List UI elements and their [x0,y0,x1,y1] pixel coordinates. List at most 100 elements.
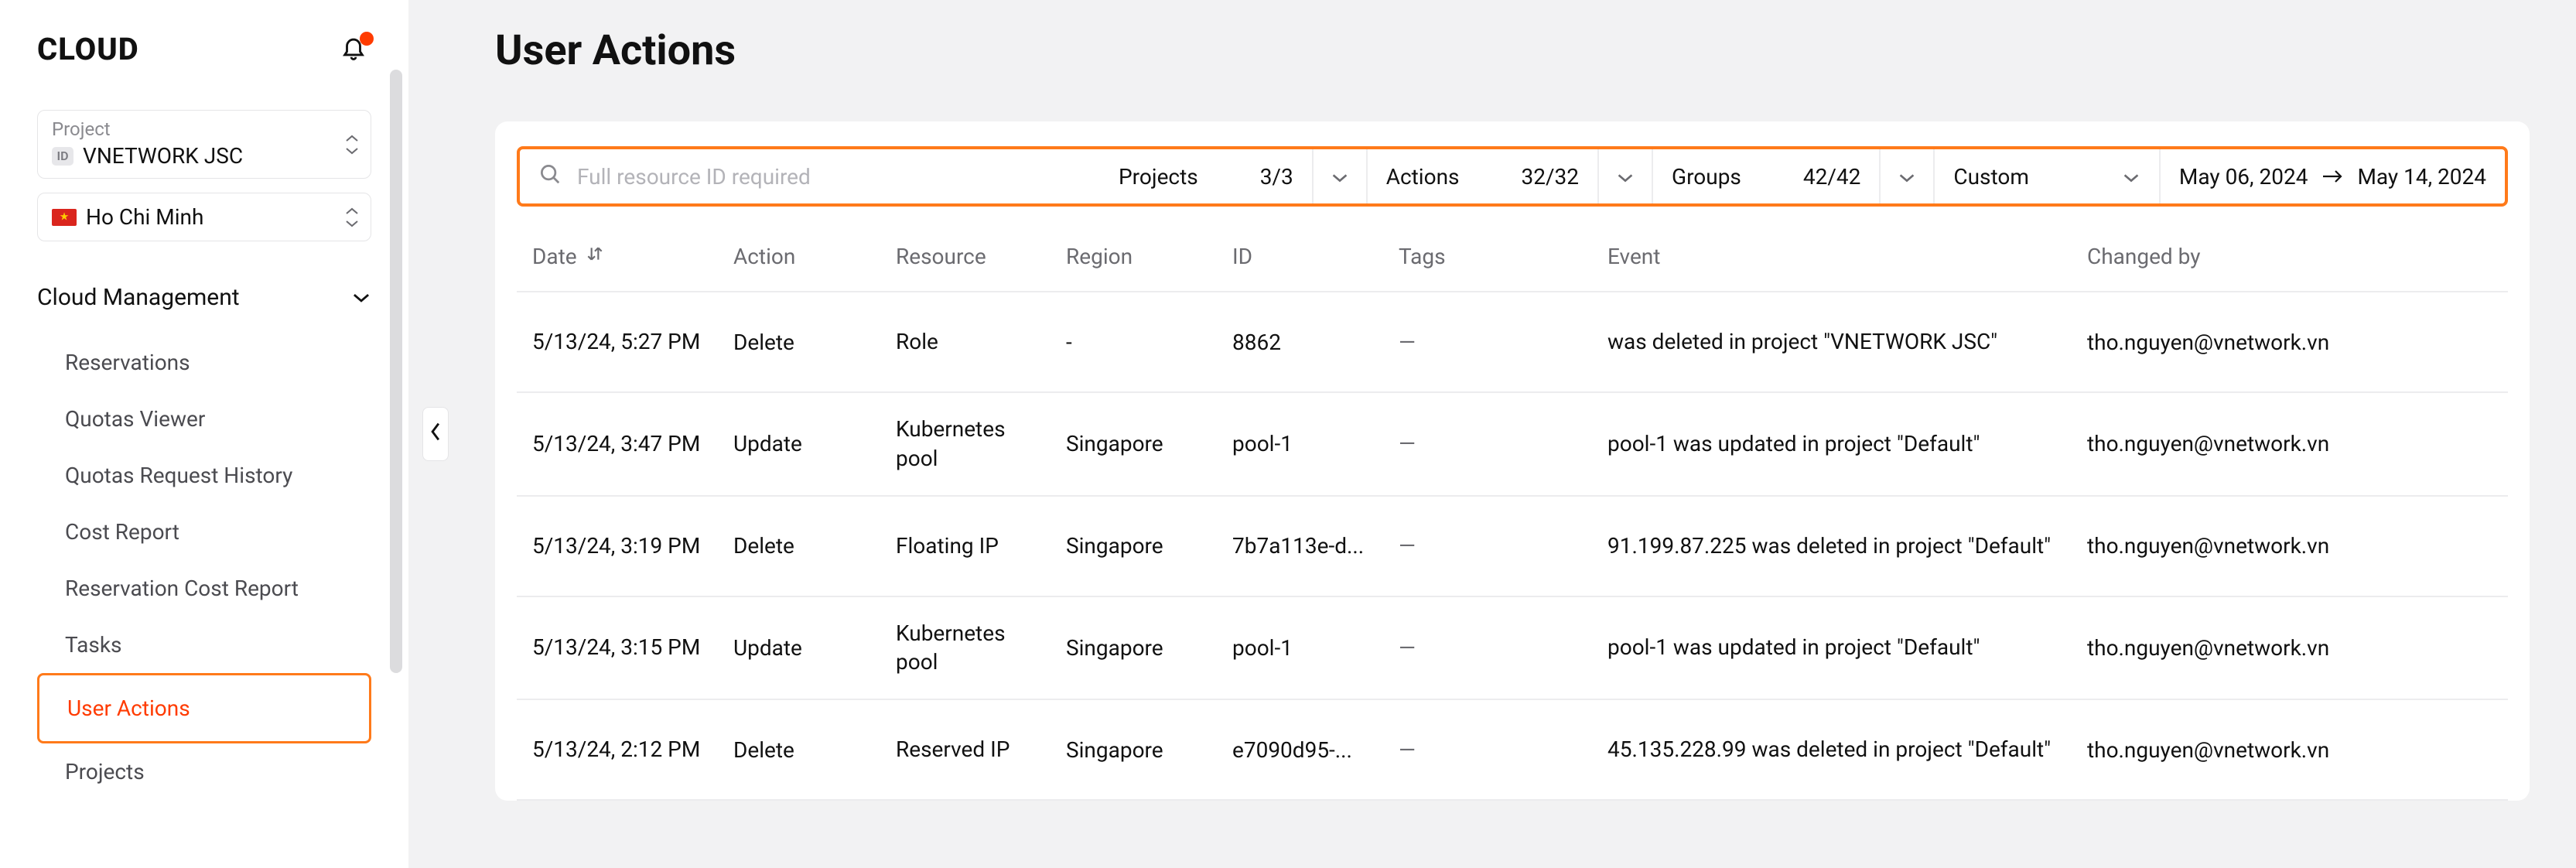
filter-projects[interactable]: Projects 3/3 [1100,149,1314,203]
col-tags[interactable]: Tags [1399,244,1607,269]
project-name: VNETWORK JSC [83,143,243,169]
cell-tags: — [1399,635,1607,661]
cell-region: Singapore [1066,431,1232,456]
search-input[interactable]: Full resource ID required [520,149,1100,203]
cell-date: 5/13/24, 3:47 PM [532,429,733,459]
filter-projects-chevron[interactable] [1314,149,1368,203]
cell-date: 5/13/24, 2:12 PM [532,735,733,764]
col-date-label: Date [532,244,577,269]
sidebar-collapse-button[interactable] [422,407,449,461]
brand-logo: CLOUD [37,31,139,67]
project-selector-label: Project [52,118,357,140]
sidebar-item-quotas-viewer[interactable]: Quotas Viewer [37,391,371,447]
notifications-bell[interactable] [340,34,371,65]
col-resource[interactable]: Resource [896,244,1066,269]
col-date[interactable]: Date [532,244,733,269]
cell-tags: — [1399,431,1607,456]
cell-action: Delete [733,533,896,559]
sort-icon [585,244,605,269]
cell-changed-by: tho.nguyen@vnetwork.vn [2087,330,2342,355]
region-selector-value: Ho Chi Minh [52,204,357,230]
arrow-right-icon [2321,164,2343,190]
cell-resource: Role [896,327,1066,357]
cell-id: 8862 [1232,330,1399,355]
cell-id: e7090d95-... [1232,737,1399,763]
project-selector[interactable]: Project ID VNETWORK JSC [37,110,371,179]
notification-dot-icon [360,32,374,46]
sidebar-item-reservation-cost-report[interactable]: Reservation Cost Report [37,560,371,617]
cell-region: Singapore [1066,635,1232,661]
filter-groups-count: 42/42 [1803,164,1861,190]
content-card: Full resource ID required Projects 3/3 A… [495,121,2530,801]
cell-region: Singapore [1066,533,1232,559]
nav-section-cloud-management: Cloud Management Reservations Quotas Vie… [37,276,371,800]
col-action[interactable]: Action [733,244,896,269]
cell-event: pool-1 was updated in project "Default" [1607,633,2087,662]
col-changed-by[interactable]: Changed by [2087,244,2342,269]
col-event[interactable]: Event [1607,244,2087,269]
table-header-row: Date Action Resource Region ID Tags Even… [517,222,2508,292]
cell-event: pool-1 was updated in project "Default" [1607,429,2087,459]
cell-event: 45.135.228.99 was deleted in project "De… [1607,735,2087,764]
sidebar: CLOUD Project ID VNETWORK JSC Ho Chi Min… [0,0,408,868]
col-id[interactable]: ID [1232,244,1399,269]
sidebar-item-quotas-request-history[interactable]: Quotas Request History [37,447,371,504]
chevron-down-icon [1331,164,1349,190]
date-to: May 14, 2024 [2357,164,2486,190]
filter-bar: Full resource ID required Projects 3/3 A… [517,146,2508,207]
chevron-down-icon [2122,164,2140,190]
sidebar-scrollbar[interactable] [390,70,402,673]
filter-range-label: Custom [1953,164,2029,190]
cell-action: Update [733,635,896,661]
cell-resource: Kubernetes pool [896,619,1066,678]
vietnam-flag-icon [52,209,77,226]
page-title: User Actions [495,26,2530,75]
filter-projects-label: Projects [1119,164,1198,190]
cell-region: - [1066,330,1232,355]
cell-tags: — [1399,533,1607,559]
table-row[interactable]: 5/13/24, 2:12 PM Delete Reserved IP Sing… [517,700,2508,801]
cell-event: 91.199.87.225 was deleted in project "De… [1607,531,2087,561]
col-region[interactable]: Region [1066,244,1232,269]
cell-action: Delete [733,737,896,763]
sidebar-item-tasks[interactable]: Tasks [37,617,371,673]
table-row[interactable]: 5/13/24, 3:15 PM Update Kubernetes pool … [517,597,2508,701]
cell-date: 5/13/24, 5:27 PM [532,327,733,357]
brand-row: CLOUD [37,31,371,67]
search-icon [538,162,562,191]
filter-actions-chevron[interactable] [1599,149,1653,203]
cell-resource: Reserved IP [896,735,1066,764]
cell-changed-by: tho.nguyen@vnetwork.vn [2087,533,2342,559]
nav-section-toggle[interactable]: Cloud Management [37,276,371,319]
sidebar-item-reservations[interactable]: Reservations [37,334,371,391]
region-selector[interactable]: Ho Chi Minh [37,193,371,241]
updown-chevron-icon [344,133,360,156]
chevron-down-icon [351,284,371,311]
table-row[interactable]: 5/13/24, 3:47 PM Update Kubernetes pool … [517,393,2508,497]
actions-table: Date Action Resource Region ID Tags Even… [517,222,2508,801]
sidebar-item-user-actions[interactable]: User Actions [37,673,371,743]
filter-daterange-preset[interactable]: Custom [1935,149,2161,203]
cell-id: pool-1 [1232,635,1399,661]
project-selector-value: ID VNETWORK JSC [52,143,357,169]
updown-chevron-icon [344,206,360,229]
sidebar-item-projects[interactable]: Projects [37,743,371,800]
cell-changed-by: tho.nguyen@vnetwork.vn [2087,635,2342,661]
region-name: Ho Chi Minh [86,204,203,230]
filter-groups-label: Groups [1672,164,1741,190]
cell-action: Update [733,431,896,456]
filter-actions-label: Actions [1386,164,1460,190]
sidebar-item-cost-report[interactable]: Cost Report [37,504,371,560]
cell-event: was deleted in project "VNETWORK JSC" [1607,327,2087,357]
filter-groups-chevron[interactable] [1881,149,1935,203]
cell-tags: — [1399,330,1607,355]
cell-region: Singapore [1066,737,1232,763]
table-row[interactable]: 5/13/24, 5:27 PM Delete Role - 8862 — wa… [517,292,2508,393]
cell-action: Delete [733,330,896,355]
table-row[interactable]: 5/13/24, 3:19 PM Delete Floating IP Sing… [517,497,2508,597]
cell-id: pool-1 [1232,431,1399,456]
filter-groups[interactable]: Groups 42/42 [1653,149,1881,203]
filter-daterange[interactable]: May 06, 2024 May 14, 2024 [2161,149,2505,203]
nav-section-label: Cloud Management [37,284,240,311]
filter-actions[interactable]: Actions 32/32 [1368,149,1599,203]
